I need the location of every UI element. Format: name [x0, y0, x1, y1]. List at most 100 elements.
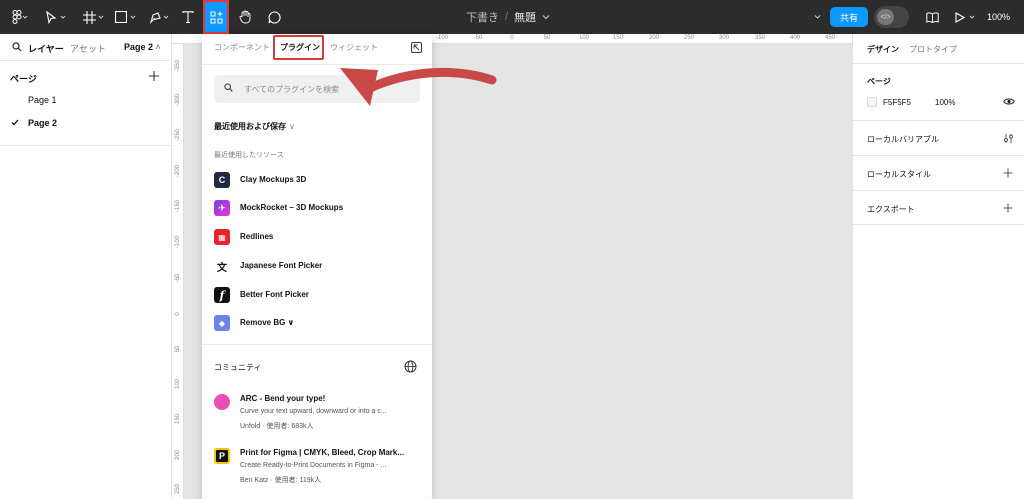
local-variables-section[interactable]: ローカルバリアブル: [853, 120, 1024, 155]
ruler-tick: 100: [175, 379, 181, 390]
font-f-icon: f: [214, 287, 230, 303]
eye-icon[interactable]: [1003, 97, 1015, 106]
move-tool-icon[interactable]: [40, 0, 62, 34]
rocket-icon: ✈: [214, 200, 230, 216]
ruler-tick: 100: [578, 35, 590, 41]
globe-icon[interactable]: [404, 360, 417, 373]
bg-opacity-value[interactable]: 100%: [935, 98, 955, 107]
tab-layers[interactable]: レイヤー: [28, 42, 64, 55]
page-item-page-2[interactable]: Page 2: [0, 113, 172, 133]
plugin-label: MockRocket – 3D Mockups: [240, 203, 344, 212]
plugin-meta: Ben Katz · 使用者: 119k人: [240, 477, 322, 484]
chevron-down-icon[interactable]: [542, 14, 550, 20]
chevron-down-icon[interactable]: [130, 14, 136, 20]
community-plugin-print-for-figma[interactable]: P Print for Figma | CMYK, Bleed, Crop Ma…: [202, 445, 432, 495]
plus-icon[interactable]: [1003, 203, 1013, 213]
document-title[interactable]: 下書き / 無題: [466, 0, 550, 34]
zoom-level[interactable]: 100%: [987, 0, 1010, 34]
tab-assets[interactable]: アセット: [70, 42, 106, 55]
tab-components[interactable]: コンポーネント: [214, 42, 270, 53]
rectangle-tool-icon[interactable]: [110, 0, 132, 34]
sliders-icon[interactable]: [1003, 133, 1014, 144]
text-tool-icon[interactable]: [177, 0, 199, 34]
search-icon: [224, 83, 233, 92]
plugin-label: Better Font Picker: [240, 290, 309, 299]
present-play-icon[interactable]: [952, 0, 968, 34]
page-item-label: Page 2: [28, 118, 58, 128]
frame-tool-icon[interactable]: [78, 0, 100, 34]
add-page-plus-icon[interactable]: [148, 70, 160, 82]
recent-resources-title: 最近使用したリソース: [214, 152, 284, 159]
ruler-tick: 150: [612, 35, 624, 41]
plus-icon[interactable]: [1003, 168, 1013, 178]
ruler-tick: -150: [175, 199, 181, 212]
ruler-tick: 450: [824, 35, 836, 41]
search-icon[interactable]: [12, 42, 22, 52]
ruler-tick: 150: [175, 414, 181, 425]
plugin-meta: Unfold · 使用者: 683k人: [240, 423, 314, 430]
plugin-item-redlines[interactable]: ▦ Redlines: [202, 226, 432, 250]
recent-saved-dropdown[interactable]: 最近使用および保存 ∨: [214, 121, 295, 132]
plugin-item-clay-mockups[interactable]: C Clay Mockups 3D: [202, 169, 432, 193]
ruler-tick: 250: [683, 35, 695, 41]
local-styles-section[interactable]: ローカルスタイル: [853, 155, 1024, 190]
page-selector[interactable]: Page 2 ˄: [124, 42, 161, 52]
ruler-tick: -100: [175, 235, 181, 248]
community-title: コミュニティ: [214, 363, 262, 372]
ruler-tick: 400: [789, 35, 801, 41]
plugin-description: Create Ready-to-Print Documents in Figma…: [240, 462, 387, 469]
top-toolbar: 下書き / 無題 共有 </> 100%: [0, 0, 1024, 34]
plugin-item-mockrocket[interactable]: ✈ MockRocket – 3D Mockups: [202, 197, 432, 221]
chevron-down-icon[interactable]: [163, 14, 169, 20]
bg-color-value[interactable]: F5F5F5: [883, 98, 911, 107]
chevron-down-icon[interactable]: [22, 14, 28, 20]
section-label: ローカルスタイル: [867, 170, 931, 179]
chevron-down-icon[interactable]: [969, 14, 975, 20]
left-panel-tabs: レイヤー アセット Page 2 ˄: [0, 34, 172, 60]
ruler-tick: -350: [175, 59, 181, 72]
plugin-item-remove-bg[interactable]: ◆ Remove BG ∨: [202, 312, 432, 336]
ruler-tick: 300: [718, 35, 730, 41]
comment-tool-icon[interactable]: [263, 0, 285, 34]
left-panel: レイヤー アセット Page 2 ˄ ページ Page 1 Page 2: [0, 34, 172, 499]
ruler-tick: -50: [473, 35, 483, 41]
ruler-tick: -200: [175, 164, 181, 177]
arc-plugin-icon: [214, 394, 230, 410]
code-icon: </>: [877, 9, 894, 25]
export-section[interactable]: エクスポート: [853, 190, 1024, 225]
tab-design[interactable]: デザイン: [867, 44, 899, 55]
chevron-down-icon[interactable]: [98, 14, 104, 20]
divider: [0, 60, 172, 61]
ruler-tick: -100: [435, 35, 449, 41]
share-button[interactable]: 共有: [830, 7, 868, 27]
plugin-title: ARC - Bend your type!: [240, 394, 326, 403]
chevron-up-icon: ˄: [155, 42, 161, 52]
plugin-label-text: Remove BG: [240, 318, 286, 327]
ruler-tick: 200: [648, 35, 660, 41]
divider: [202, 344, 432, 345]
library-book-icon[interactable]: [922, 0, 942, 34]
plugin-label: Remove BG ∨: [240, 318, 294, 327]
plugin-label: Redlines: [240, 232, 274, 241]
chevron-down-icon[interactable]: [814, 14, 821, 20]
chevron-down-icon[interactable]: [60, 14, 66, 20]
community-plugin-arc[interactable]: ARC - Bend your type! Curve your text up…: [202, 391, 432, 441]
pages-title: ページ: [10, 74, 37, 84]
hand-tool-icon[interactable]: [234, 0, 256, 34]
bg-color-swatch[interactable]: [867, 97, 877, 107]
chevron-down-icon[interactable]: ∨: [288, 318, 295, 327]
plugin-description: Curve your text upward, downward or into…: [240, 408, 387, 415]
doc-name[interactable]: 無題: [514, 9, 536, 25]
ruler-left: -350 -300 -250 -200 -150 -100 -50 0 50 1…: [172, 44, 184, 499]
doc-folder[interactable]: 下書き: [466, 9, 499, 25]
chevron-down-icon: ∨: [289, 122, 295, 131]
layers-icon: ◆: [214, 315, 230, 331]
resources-tool-icon[interactable]: [203, 0, 229, 34]
ruler-tick: 50: [175, 345, 181, 353]
page-item-page-1[interactable]: Page 1: [0, 90, 172, 110]
ruler-tick: -300: [175, 93, 181, 106]
dev-mode-toggle[interactable]: </>: [874, 6, 909, 28]
tab-prototype[interactable]: プロトタイプ: [909, 44, 957, 55]
plugin-item-japanese-font-picker[interactable]: 文 Japanese Font Picker: [202, 255, 432, 279]
plugin-item-better-font-picker[interactable]: f Better Font Picker: [202, 284, 432, 308]
